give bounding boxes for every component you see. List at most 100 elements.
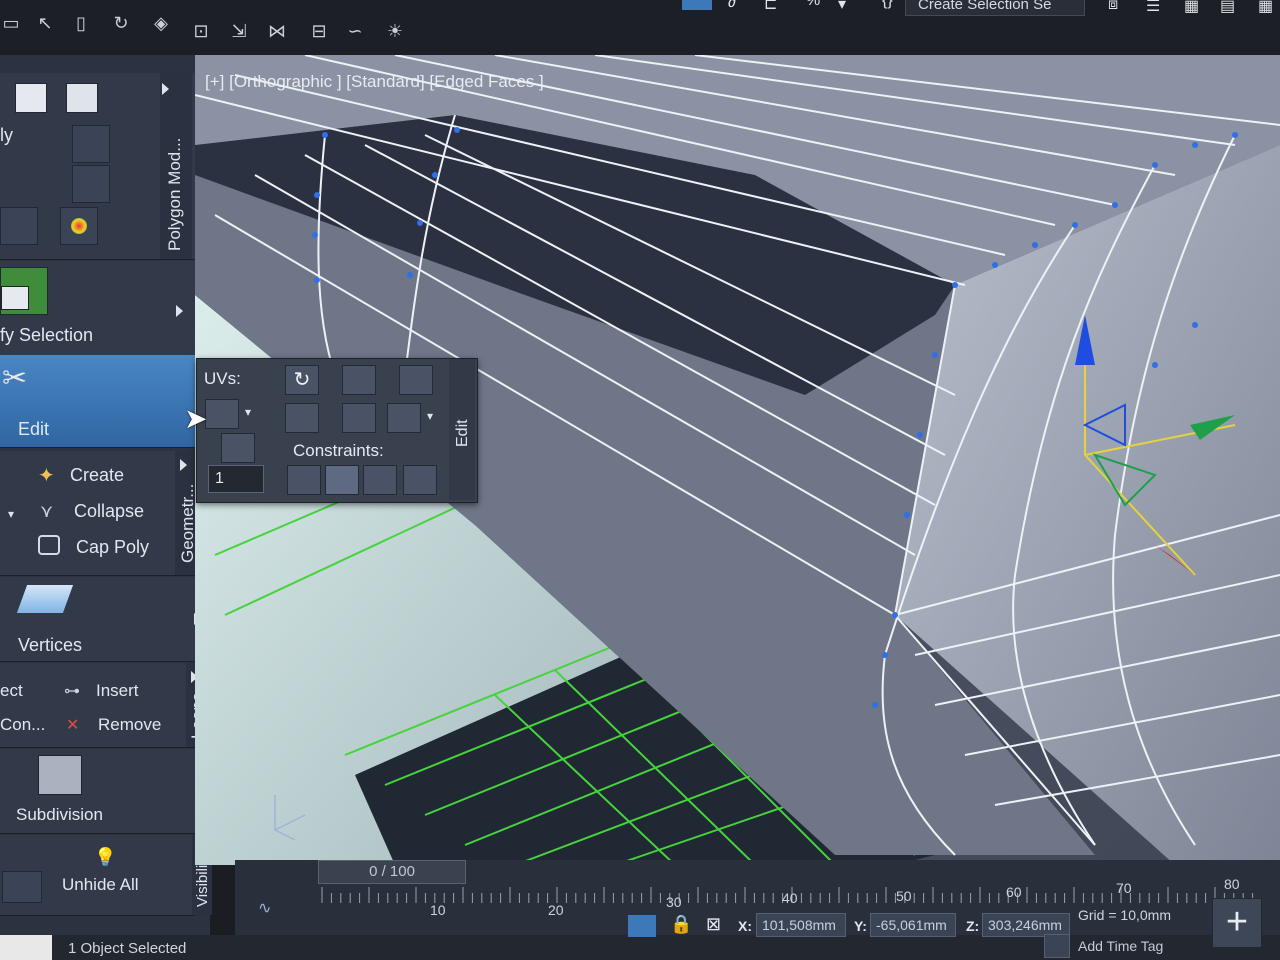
constraint-none-icon[interactable] — [287, 465, 321, 495]
tick-label: 80 — [1224, 876, 1240, 892]
dropdown-arrow-icon[interactable]: ▾ — [245, 405, 251, 419]
constraint-edge-icon[interactable] — [325, 465, 359, 495]
mirror-icon[interactable]: ⋈ — [266, 20, 288, 42]
geometry-panel: ✦ Create ⋎ Collapse Cap Poly ▾ Geometr..… — [0, 451, 199, 576]
x-coordinate-field[interactable]: 101,508mm — [756, 913, 846, 937]
y-coordinate-field[interactable]: -65,061mm — [870, 913, 956, 937]
cut-icon[interactable] — [342, 403, 376, 433]
loops-left-label: Con... — [0, 715, 46, 734]
add-time-tag-button[interactable]: Add Time Tag — [1078, 938, 1163, 954]
bulb-icon: 💡 — [94, 847, 117, 867]
expand-arrow-icon[interactable] — [176, 305, 183, 317]
light-icon[interactable]: ☀ — [384, 20, 406, 42]
material-editor-icon[interactable]: ▦ — [1258, 0, 1273, 15]
select-icon[interactable]: ▭ — [0, 12, 22, 34]
vertices-panel: Vertices — [0, 577, 201, 662]
hide-icon[interactable] — [2, 871, 42, 903]
collapse-button[interactable]: Collapse — [74, 501, 144, 522]
selection-status-text: 1 Object Selected — [68, 940, 187, 957]
stack-down-icon[interactable] — [72, 165, 110, 203]
tick-label: 60 — [1006, 884, 1022, 900]
layer-icon[interactable]: ☰ — [1146, 0, 1160, 15]
scale-icon[interactable]: ◈ — [150, 12, 172, 34]
uv-paint-icon[interactable] — [221, 433, 255, 463]
subdivision-icon[interactable] — [38, 755, 82, 795]
align-icon[interactable]: ⊟ — [308, 20, 330, 42]
x-label: X: — [738, 918, 752, 934]
grid-size-text: Grid = 10,0mm — [1078, 907, 1171, 923]
snap-toggle-button[interactable] — [682, 0, 712, 10]
dropdown-arrow-icon[interactable]: ▾ — [427, 409, 433, 423]
polygon-modeling-panel: ly Polygon Mod... — [0, 73, 195, 260]
lock-icon[interactable]: 🔒 — [670, 914, 692, 935]
tick-label: 40 — [782, 890, 798, 906]
insert-button[interactable]: Insert — [96, 681, 139, 701]
scissors-icon: ✂ — [2, 362, 28, 395]
create-button[interactable]: Create — [70, 465, 124, 486]
constraint-normal-icon[interactable] — [403, 465, 437, 495]
uv-lock-icon[interactable] — [205, 399, 239, 429]
uv-channel-spinner[interactable]: 1 — [208, 465, 264, 493]
subdivision-label: Subdivision — [16, 805, 103, 824]
paint-icon[interactable] — [60, 207, 98, 245]
constraint-face-icon[interactable] — [363, 465, 397, 495]
cap-poly-button[interactable]: Cap Poly — [76, 537, 149, 558]
remove-button[interactable]: Remove — [98, 715, 161, 735]
stack-up-icon[interactable] — [72, 125, 110, 163]
curve-editor-button[interactable]: ▤ — [1220, 0, 1235, 15]
maxscript-listener[interactable] — [0, 935, 52, 960]
time-tag-icon[interactable] — [1044, 934, 1070, 958]
loops-left-label: ect — [0, 681, 23, 700]
tick-label: 30 — [666, 894, 682, 910]
snap-icon[interactable]: ⇲ — [228, 20, 250, 42]
curve-editor-icon[interactable]: ∽ — [344, 20, 366, 42]
tick-label: 20 — [548, 902, 564, 918]
select-region-icon[interactable]: ▯ — [70, 12, 92, 34]
isolate-selection-icon[interactable] — [628, 915, 656, 937]
insert-loop-icon: ⊶ — [64, 683, 80, 700]
vertices-label: Vertices — [18, 635, 83, 655]
angle-snap-icon[interactable]: ∂ — [728, 0, 736, 11]
scene-explorer-icon[interactable]: ▦ — [1184, 0, 1199, 15]
spinner-snap-icon[interactable]: ▾ — [838, 0, 846, 13]
tick-label: 70 — [1116, 880, 1132, 896]
edit-named-selection-icon[interactable]: {} — [882, 0, 893, 9]
cube-icon[interactable] — [66, 83, 98, 113]
mirror-tool-icon[interactable]: ⧈ — [1108, 0, 1118, 13]
viewport-label[interactable]: [+] [Orthographic ] [Standard] [Edged Fa… — [205, 72, 544, 92]
refresh-icon[interactable]: ↻ — [285, 365, 319, 395]
selection-set-dropdown[interactable]: Create Selection Se — [905, 0, 1085, 16]
unhide-all-button[interactable]: Unhide All — [62, 875, 139, 895]
percent-label[interactable]: % — [806, 0, 820, 9]
grow-selection-icon[interactable] — [0, 267, 48, 315]
expand-arrow-icon[interactable] — [180, 459, 187, 471]
constraints-label: Constraints: — [293, 441, 384, 460]
absolute-mode-icon[interactable]: ⊠ — [706, 914, 721, 935]
edit-panel[interactable]: ✂ Edit — [0, 355, 195, 448]
modify-selection-panel: fy Selection — [0, 261, 195, 356]
time-slider[interactable]: 0 / 100 — [318, 860, 466, 884]
edit-popup-tab[interactable]: Edit — [449, 359, 475, 500]
plus-icon[interactable]: + — [1212, 898, 1262, 948]
expand-arrow-icon[interactable] — [162, 83, 169, 95]
box-select-icon[interactable] — [0, 207, 38, 245]
modify-selection-label: fy Selection — [0, 325, 94, 345]
rotate-icon[interactable]: ↻ — [110, 12, 132, 34]
vertices-icon[interactable] — [16, 585, 74, 613]
plane-icon[interactable] — [15, 83, 47, 113]
visibility-panel: 💡 Unhide All Visibility — [0, 835, 212, 916]
subdivision-panel: Subdivision — [0, 749, 207, 834]
pivot-icon[interactable]: ⊡ — [190, 20, 212, 42]
dropdown-arrow-icon[interactable]: ▾ — [8, 507, 14, 521]
grid-align-icon[interactable] — [285, 403, 319, 433]
paint-deform-icon[interactable] — [387, 403, 421, 433]
polygon-modeling-tab[interactable]: Polygon Mod... — [160, 73, 192, 259]
curve-icon[interactable]: ∿ — [258, 898, 271, 918]
select-pointer-icon[interactable]: ↖ — [34, 12, 56, 34]
uvs-label: UVs: — [204, 369, 241, 388]
collapse-icon: ⋎ — [40, 501, 54, 521]
flatten-icon[interactable] — [399, 365, 433, 395]
mouse-cursor-icon: ➤ — [184, 403, 208, 434]
percent-snap-icon[interactable]: ⊏ — [764, 0, 777, 13]
relax-icon[interactable] — [342, 365, 376, 395]
